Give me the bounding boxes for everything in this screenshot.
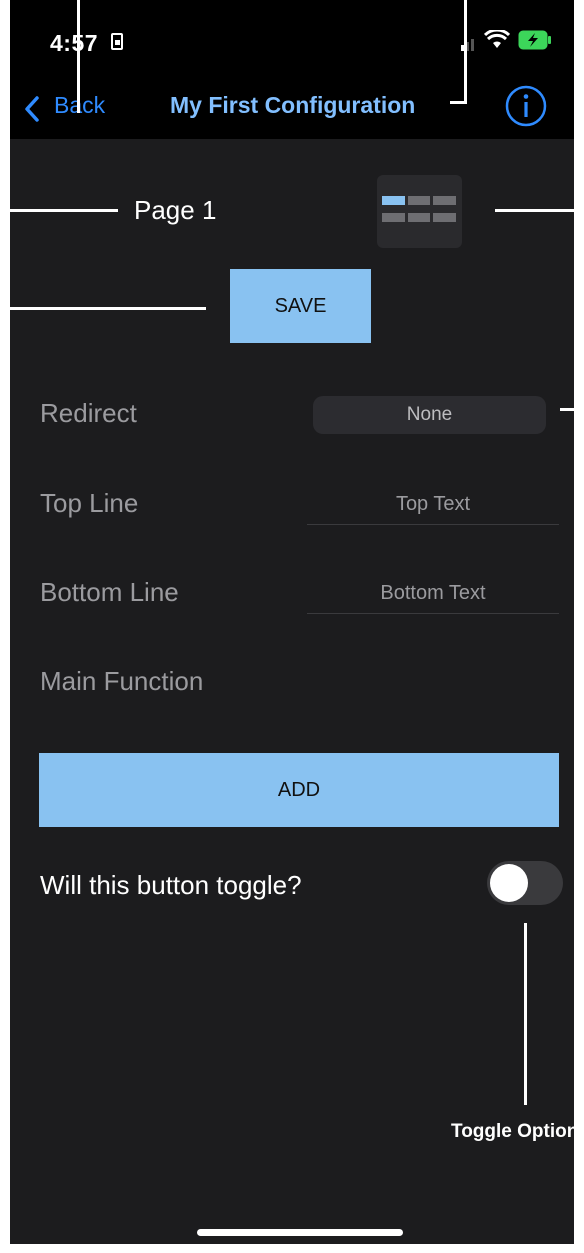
callout-line-title-h [450,101,467,104]
battery-icon [518,30,551,50]
callout-line-redirect [560,408,574,411]
bottom-line-input[interactable]: Bottom Text [307,573,559,614]
redirect-label: Redirect [40,398,137,428]
add-button[interactable]: ADD [39,753,559,827]
toggle-knob [490,864,528,902]
callout-line-layout [495,209,574,212]
wifi-icon [484,30,510,48]
save-button[interactable]: SAVE [230,269,371,343]
top-line-input[interactable]: Top Text [307,484,559,525]
toggle-switch[interactable] [487,861,563,905]
main-function-label: Main Function [40,666,204,696]
callout-line-back [77,0,80,113]
bottom-line-label: Bottom Line [40,577,179,607]
callout-line-title-v [464,0,467,103]
page-label: Page 1 [134,195,217,225]
sim-card-icon [111,33,123,50]
page-layout-icon[interactable] [377,175,462,248]
app-screen: 4:57 Back My First Configuration Page 1 … [10,0,574,1244]
back-chevron-icon[interactable] [22,95,42,123]
info-icon[interactable] [504,84,548,128]
callout-line-toggle [524,923,527,1105]
page-title: My First Configuration [170,92,416,118]
home-indicator [197,1229,403,1236]
top-line-label: Top Line [40,488,139,518]
redirect-select[interactable]: None [313,396,546,434]
callout-line-page [10,209,118,212]
status-time: 4:57 [50,30,99,56]
toggle-question-label: Will this button toggle? [40,870,302,900]
callout-line-save [10,307,206,310]
toggle-callout-label: Toggle Option [451,1121,574,1142]
